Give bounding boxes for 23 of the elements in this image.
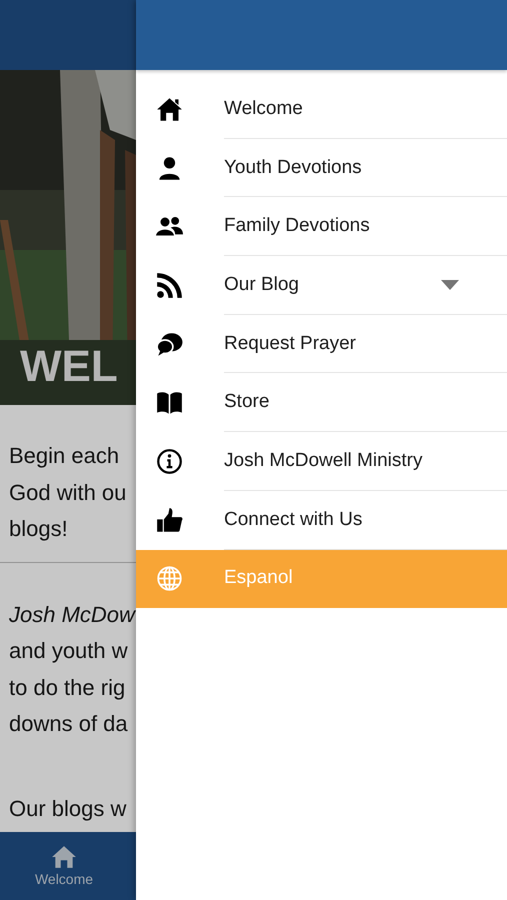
paragraph-line: downs of da	[9, 710, 129, 738]
thumbs-up-icon	[156, 506, 183, 534]
paragraph-line: Josh McDow	[9, 600, 136, 628]
menu-item[interactable]: Welcome	[136, 80, 507, 139]
menu-item[interactable]: Family Devotions	[136, 197, 507, 256]
paragraph-line: Our blogs w	[9, 794, 128, 823]
paragraph-line: Begin each	[9, 442, 120, 470]
menu-item[interactable]: Youth Devotions	[136, 138, 507, 198]
menu-item[interactable]: Store	[136, 373, 507, 432]
paragraph-line: blogs!	[9, 515, 69, 543]
home-icon	[156, 96, 183, 123]
menu-item[interactable]: Our Blog	[136, 256, 507, 315]
paragraph-line: to do the rig	[9, 674, 126, 702]
paragraph-line: God with ou	[9, 478, 128, 506]
paragraph-line: and youth w	[9, 637, 129, 665]
home-icon	[51, 845, 77, 869]
chat-icon	[156, 330, 183, 358]
globe-icon	[156, 565, 183, 592]
menu-item[interactable]: Request Prayer	[136, 314, 507, 374]
menu-item[interactable]: Josh McDowell Ministry	[136, 432, 507, 491]
info-icon	[156, 448, 183, 475]
hero-title: WEL	[20, 342, 118, 392]
rss-icon	[156, 272, 183, 299]
